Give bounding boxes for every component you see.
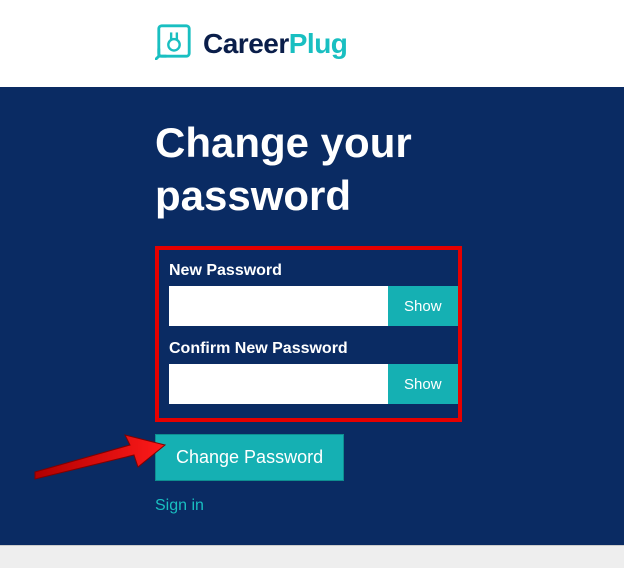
brand-logo: CareerPlug (155, 22, 347, 65)
brand-name-part2: Plug (289, 28, 348, 59)
header: CareerPlug (0, 0, 624, 87)
brand-name-part1: Career (203, 28, 289, 59)
page-title: Change your password (155, 117, 475, 222)
confirm-password-row: Show (169, 364, 448, 404)
new-password-row: Show (169, 286, 448, 326)
new-password-label: New Password (169, 262, 448, 280)
footer-strip (0, 545, 624, 568)
plug-icon (155, 22, 193, 65)
form-highlight-annotation: New Password Show Confirm New Password S… (155, 246, 462, 422)
confirm-password-input[interactable] (169, 364, 388, 404)
change-password-button[interactable]: Change Password (155, 434, 344, 481)
show-confirm-password-button[interactable]: Show (388, 364, 458, 404)
show-new-password-button[interactable]: Show (388, 286, 458, 326)
arrow-annotation-icon (30, 427, 170, 482)
brand-name: CareerPlug (203, 28, 347, 60)
main-panel: Change your password New Password Show C… (0, 87, 624, 545)
confirm-password-label: Confirm New Password (169, 340, 448, 358)
new-password-input[interactable] (169, 286, 388, 326)
signin-link[interactable]: Sign in (155, 497, 589, 515)
